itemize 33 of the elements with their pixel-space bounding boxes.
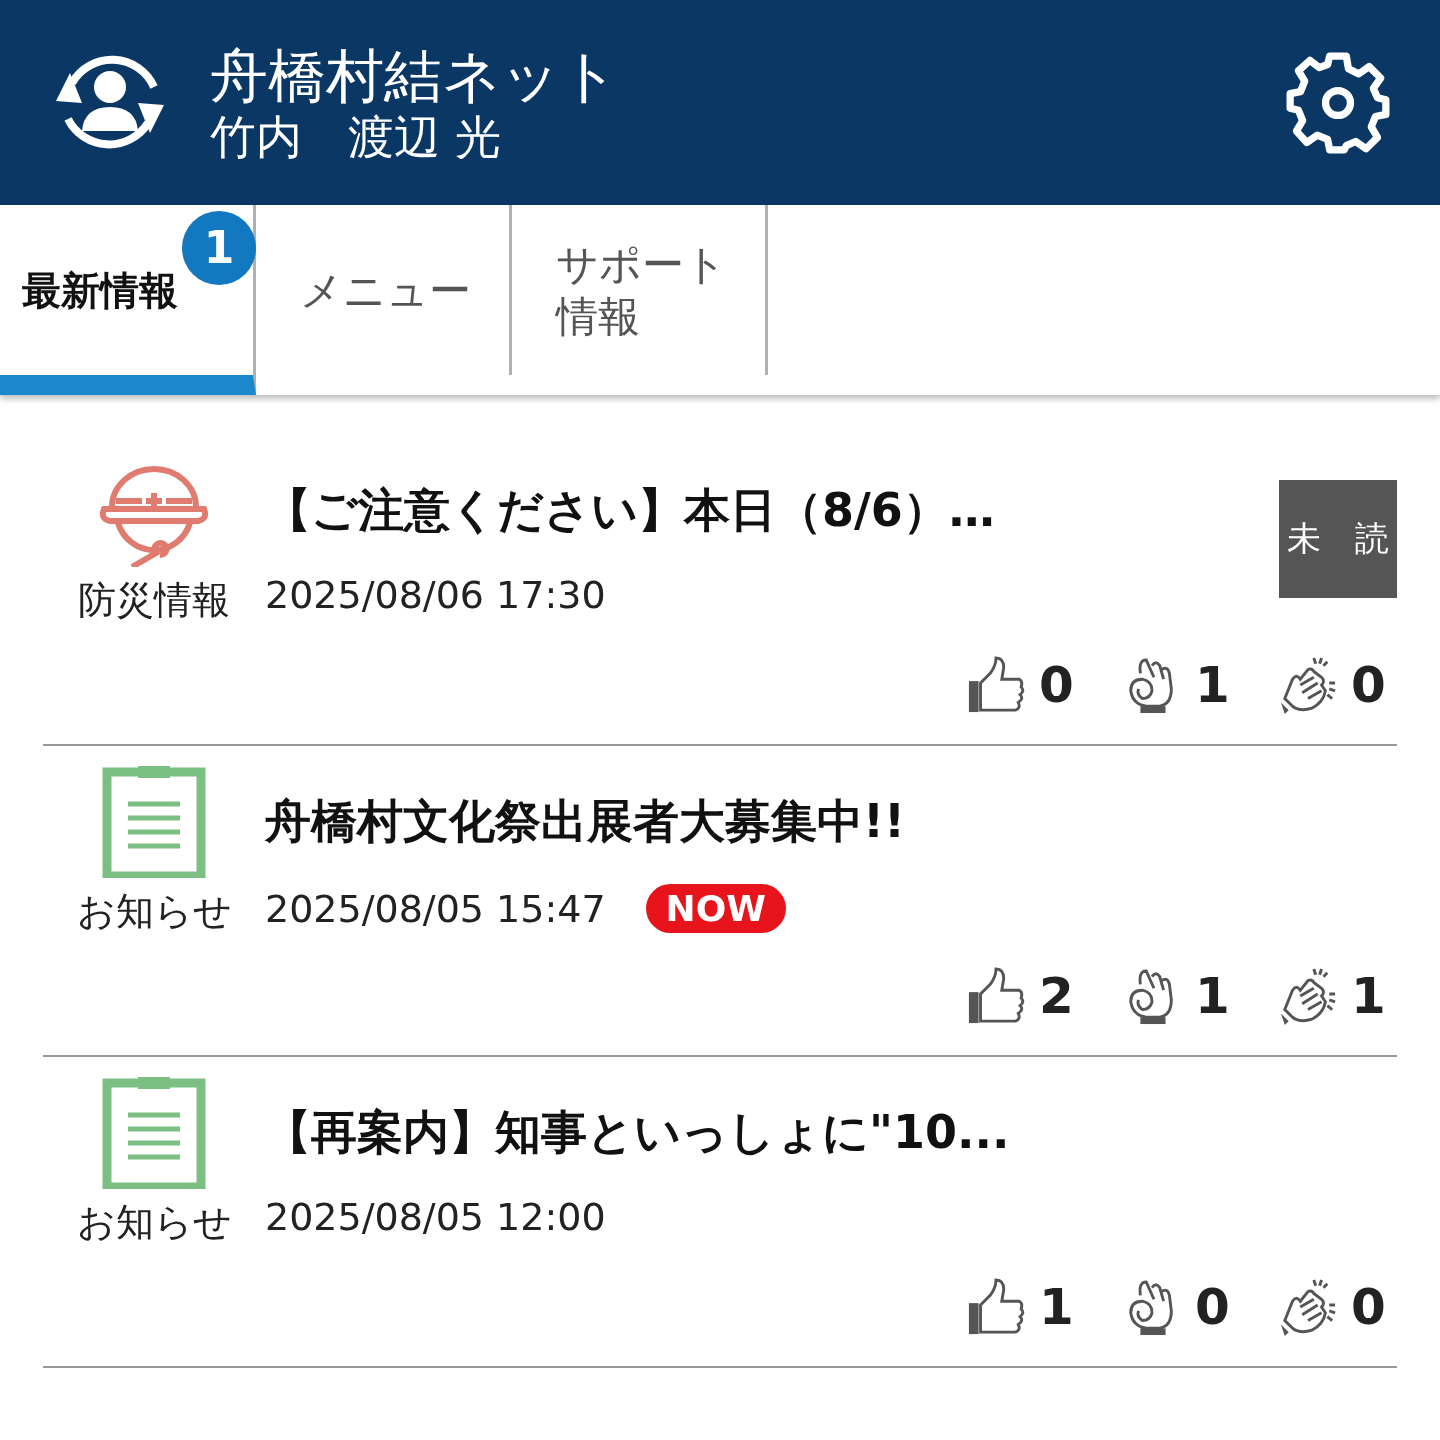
reaction-count: 1 xyxy=(1195,967,1229,1025)
post-date: 2025/08/06 17:30 xyxy=(265,573,606,617)
post-title[interactable]: 【ご注意ください】本日（8/6）… xyxy=(265,475,1279,545)
clapping-hands-icon[interactable] xyxy=(1279,656,1337,714)
post-date: 2025/08/05 12:00 xyxy=(265,1195,606,1239)
tab[interactable]: メニュー xyxy=(256,205,512,375)
new-badge: NOW xyxy=(645,884,787,933)
post-date: 2025/08/05 15:47 xyxy=(265,886,606,931)
thumbs-up-icon[interactable] xyxy=(967,967,1025,1025)
reaction-count: 1 xyxy=(1351,967,1385,1025)
post-title[interactable]: 舟橋村文化祭出展者大募集中!! xyxy=(265,786,1397,856)
tab[interactable]: サポート情報 xyxy=(512,205,768,375)
reaction-count: 0 xyxy=(1351,656,1385,714)
reaction-count: 1 xyxy=(1195,656,1229,714)
unread-badge: 未 読 xyxy=(1279,480,1397,598)
reaction-count: 0 xyxy=(1039,656,1073,714)
clapping-hands-icon[interactable] xyxy=(1279,1278,1337,1336)
post-title[interactable]: 【再案内】知事といっしょに"10... xyxy=(265,1097,1397,1167)
user-name: 竹内 渡辺 光 xyxy=(210,109,502,164)
count-badge: 1 xyxy=(182,211,256,285)
app-title: 舟橋村結ネット xyxy=(210,41,620,110)
reaction-count: 1 xyxy=(1039,1278,1073,1336)
category-label: お知らせ xyxy=(76,1199,232,1246)
reaction-count: 2 xyxy=(1039,967,1073,1025)
thumbs-up-icon[interactable] xyxy=(967,656,1025,714)
clapping-hands-icon[interactable] xyxy=(1279,967,1337,1025)
settings-icon[interactable] xyxy=(1286,50,1390,155)
category-label: お知らせ xyxy=(76,888,232,935)
tab[interactable]: 最新情報 1 xyxy=(0,205,256,395)
reaction-count: 0 xyxy=(1351,1278,1385,1336)
thumbs-up-icon[interactable] xyxy=(967,1278,1025,1336)
reaction-count: 0 xyxy=(1195,1278,1229,1336)
category-label: 防災情報 xyxy=(78,577,230,624)
